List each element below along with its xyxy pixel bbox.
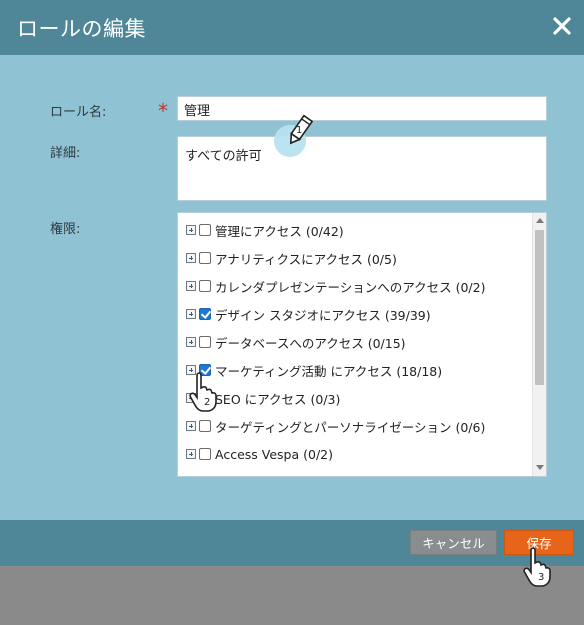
- expand-plus-icon[interactable]: [186, 281, 196, 291]
- role-name-input[interactable]: 管理: [177, 96, 547, 121]
- expand-plus-icon[interactable]: [186, 225, 196, 235]
- permission-row[interactable]: カレンダプレゼンテーションへのアクセス (0/2): [186, 276, 485, 296]
- permission-row[interactable]: デザイン スタジオにアクセス (39/39): [186, 304, 431, 324]
- permission-row[interactable]: 管理にアクセス (0/42): [186, 220, 344, 240]
- permission-checkbox[interactable]: [199, 224, 211, 236]
- permission-checkbox[interactable]: [199, 252, 211, 264]
- description-label: 詳細:: [50, 146, 81, 161]
- role-name-label: ロール名:: [50, 105, 107, 120]
- permission-label: マーケティング活動 にアクセス (18/18): [215, 363, 443, 379]
- edit-role-dialog: ロールの編集 ロール名: * 管理 詳細: すべての許可 権限: 管理にアクセス…: [0, 0, 584, 566]
- permission-checkbox[interactable]: [199, 420, 211, 432]
- required-marker: *: [158, 99, 168, 123]
- step-1-pencil-annotation: 1: [274, 114, 314, 157]
- expand-plus-icon[interactable]: [186, 449, 196, 459]
- scroll-down-arrow-icon[interactable]: [536, 465, 544, 470]
- permission-row[interactable]: アナリティクスにアクセス (0/5): [186, 248, 397, 268]
- permission-label: データベースへのアクセス (0/15): [215, 335, 406, 351]
- permission-label: カレンダプレゼンテーションへのアクセス (0/2): [215, 279, 486, 295]
- step-3-hand-cursor-annotation: 3: [523, 547, 551, 587]
- permission-label: SEO にアクセス (0/3): [215, 391, 341, 407]
- close-icon[interactable]: [550, 14, 574, 38]
- permissions-label: 権限:: [50, 222, 81, 237]
- permissions-tree[interactable]: 管理にアクセス (0/42) アナリティクスにアクセス (0/5) カレンダプレ…: [177, 212, 547, 477]
- dialog-title-bar: ロールの編集: [0, 0, 584, 55]
- permission-checkbox[interactable]: [199, 280, 211, 292]
- permission-label: Access Vespa (0/2): [215, 446, 333, 462]
- permission-label: アナリティクスにアクセス (0/5): [215, 251, 397, 267]
- permission-row[interactable]: ターゲティングとパーソナライゼーション (0/6): [186, 416, 485, 436]
- expand-plus-icon[interactable]: [186, 337, 196, 347]
- step-2-hand-cursor-annotation: 2: [189, 372, 217, 412]
- permission-checkbox[interactable]: [199, 336, 211, 348]
- scroll-up-arrow-icon[interactable]: [536, 218, 544, 223]
- scroll-thumb[interactable]: [535, 230, 544, 385]
- expand-plus-icon[interactable]: [186, 253, 196, 263]
- permission-checkbox[interactable]: [199, 448, 211, 460]
- expand-plus-icon[interactable]: [186, 421, 196, 431]
- step-3-number: 3: [538, 572, 544, 583]
- expand-plus-icon[interactable]: [186, 309, 196, 319]
- permissions-scrollbar[interactable]: [532, 213, 546, 476]
- permission-label: デザイン スタジオにアクセス (39/39): [215, 307, 431, 323]
- step-2-number: 2: [204, 397, 210, 408]
- permission-row[interactable]: Access Vespa (0/2): [186, 444, 333, 464]
- description-textarea[interactable]: すべての許可: [177, 136, 547, 201]
- permission-checkbox[interactable]: [199, 308, 211, 320]
- step-1-number: 1: [296, 125, 302, 136]
- permission-label: 管理にアクセス (0/42): [215, 223, 344, 239]
- permission-row[interactable]: データベースへのアクセス (0/15): [186, 332, 406, 352]
- cancel-button[interactable]: キャンセル: [410, 530, 497, 555]
- permission-row[interactable]: マーケティング活動 にアクセス (18/18): [186, 360, 442, 380]
- permission-label: ターゲティングとパーソナライゼーション (0/6): [215, 419, 486, 435]
- dialog-title: ロールの編集: [17, 17, 146, 41]
